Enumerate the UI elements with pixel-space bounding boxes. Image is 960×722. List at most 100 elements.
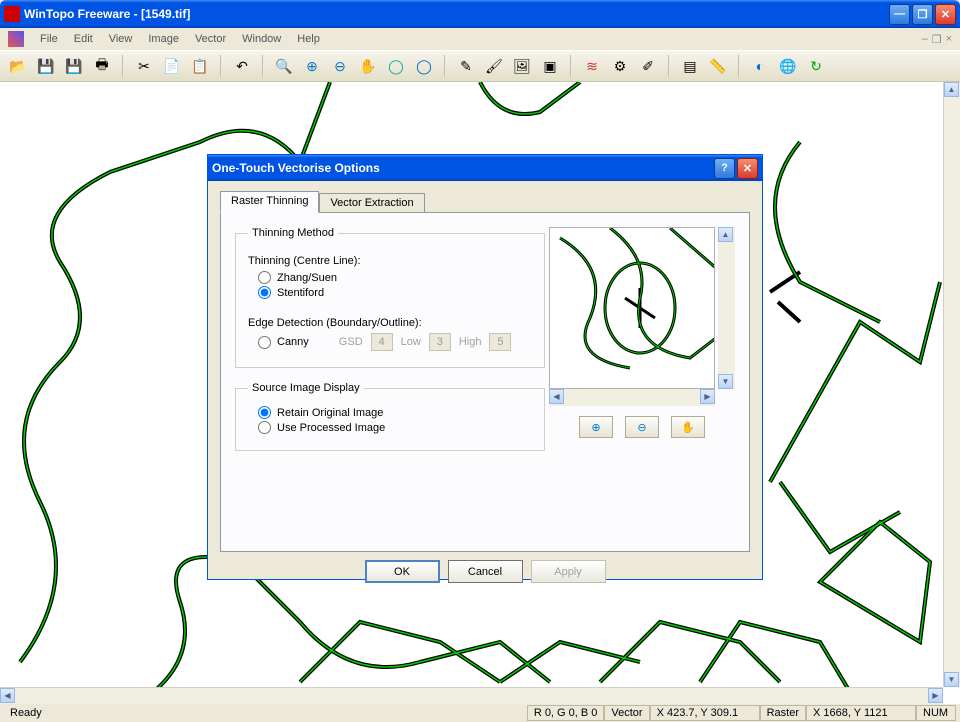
menu-view[interactable]: View (101, 31, 141, 47)
radio-stentiford[interactable] (258, 286, 271, 299)
doc-icon (8, 31, 24, 47)
status-rgb: R 0, G 0, B 0 (527, 705, 605, 721)
scroll-left-icon[interactable]: ◀ (0, 688, 15, 703)
high-input (489, 333, 511, 351)
pan-icon[interactable]: ✋ (356, 54, 380, 78)
scroll-up-icon[interactable]: ▲ (944, 82, 959, 97)
maximize-button[interactable]: ❐ (912, 4, 933, 25)
preview-zoom-in-button[interactable]: ⊕ (579, 416, 613, 438)
gsd-label: GSD (339, 336, 363, 348)
status-vec-label: Vector (604, 705, 649, 721)
zoom-out-icon[interactable]: ⊖ (328, 54, 352, 78)
separator (122, 55, 124, 77)
tab-raster-thinning[interactable]: Raster Thinning (220, 191, 319, 213)
source-legend: Source Image Display (248, 382, 364, 394)
edit-image-icon[interactable]: 🖼 (510, 54, 534, 78)
menu-window[interactable]: Window (234, 31, 289, 47)
menu-vector[interactable]: Vector (187, 31, 234, 47)
radio-stentiford-label: Stentiford (277, 287, 324, 299)
select-circle-a-icon[interactable]: ◯ (384, 54, 408, 78)
paste-icon[interactable]: 📋 (188, 54, 212, 78)
brush-icon[interactable]: 🖌 (482, 54, 506, 78)
dialog-title: One-Touch Vectorise Options (212, 161, 714, 175)
thinning-method-group: Thinning Method Thinning (Centre Line): … (235, 227, 545, 368)
preview-hscroll[interactable]: ◀ ▶ (549, 389, 715, 406)
scroll-down-icon[interactable]: ▼ (944, 672, 959, 687)
zoom-in-icon[interactable]: ⊕ (300, 54, 324, 78)
separator (262, 55, 264, 77)
preview-scroll-up-icon[interactable]: ▲ (718, 227, 733, 242)
mdi-minimize-icon[interactable]: – (922, 33, 928, 46)
menu-help[interactable]: Help (289, 31, 328, 47)
select-circle-b-icon[interactable]: ◯ (412, 54, 436, 78)
preview-scroll-left-icon[interactable]: ◀ (549, 389, 564, 404)
status-ras-val: X 1668, Y 1121 (806, 705, 916, 721)
main-titlebar: WinTopo Freeware - [1549.tif] — ❐ ✕ (0, 0, 960, 28)
gsd-input (371, 333, 393, 351)
tab-panel: Thinning Method Thinning (Centre Line): … (220, 212, 750, 552)
dialog-close-button[interactable]: ✕ (737, 158, 758, 179)
low-input (429, 333, 451, 351)
vectorise-options-dialog: One-Touch Vectorise Options ? ✕ Raster T… (207, 154, 763, 580)
minimize-button[interactable]: — (889, 4, 910, 25)
menu-edit[interactable]: Edit (66, 31, 101, 47)
cancel-button[interactable]: Cancel (448, 560, 523, 583)
dialog-titlebar: One-Touch Vectorise Options ? ✕ (208, 155, 762, 181)
separator (444, 55, 446, 77)
mdi-restore-icon[interactable]: ❐ (932, 33, 942, 46)
menu-file[interactable]: File (32, 31, 66, 47)
edge-detection-header: Edge Detection (Boundary/Outline): (248, 317, 532, 329)
dialog-tabs: Raster Thinning Vector Extraction (220, 191, 750, 212)
horizontal-scrollbar[interactable]: ◀ ▶ (0, 687, 943, 704)
preview-scroll-right-icon[interactable]: ▶ (700, 389, 715, 404)
reload-icon[interactable]: ↻ (804, 54, 828, 78)
copy-icon[interactable]: 📄 (160, 54, 184, 78)
radio-zhang-suen[interactable] (258, 271, 271, 284)
layer-icon[interactable]: ▤ (678, 54, 702, 78)
radio-canny[interactable] (258, 336, 271, 349)
vertical-scrollbar[interactable]: ▲ ▼ (943, 82, 960, 687)
select-box-icon[interactable]: ▣ (538, 54, 562, 78)
globe-icon[interactable]: 🌐 (776, 54, 800, 78)
pencil-icon[interactable]: ✎ (454, 54, 478, 78)
color-swap-icon[interactable]: ◐ (748, 54, 772, 78)
menubar: File Edit View Image Vector Window Help … (0, 28, 960, 50)
radio-retain-original[interactable] (258, 406, 271, 419)
close-button[interactable]: ✕ (935, 4, 956, 25)
toolbar: 📂 💾 💾 🖶 ✂ 📄 📋 ↶ 🔍 ⊕ ⊖ ✋ ◯ ◯ ✎ 🖌 🖼 ▣ ≋ ⚙ … (0, 50, 960, 82)
zoom-icon[interactable]: 🔍 (272, 54, 296, 78)
scroll-right-icon[interactable]: ▶ (928, 688, 943, 703)
apply-button[interactable]: Apply (531, 560, 606, 583)
app-icon (4, 6, 20, 22)
preview-scroll-down-icon[interactable]: ▼ (718, 374, 733, 389)
print-icon[interactable]: 🖶 (90, 54, 114, 78)
vectorize-icon[interactable]: ≋ (580, 54, 604, 78)
radio-zhang-label: Zhang/Suen (277, 272, 337, 284)
source-image-group: Source Image Display Retain Original Ima… (235, 382, 545, 451)
preview-image (549, 227, 715, 389)
menu-image[interactable]: Image (140, 31, 187, 47)
save-icon[interactable]: 💾 (34, 54, 58, 78)
thinning-legend: Thinning Method (248, 227, 338, 239)
help-button[interactable]: ? (714, 158, 735, 179)
radio-retain-label: Retain Original Image (277, 407, 383, 419)
preview-pan-button[interactable]: ✋ (671, 416, 705, 438)
preview-vscroll[interactable]: ▲ ▼ (718, 227, 735, 389)
radio-canny-label: Canny (277, 336, 309, 348)
tab-vector-extraction[interactable]: Vector Extraction (319, 193, 424, 212)
cut-icon[interactable]: ✂ (132, 54, 156, 78)
vector-edit-icon[interactable]: ✐ (636, 54, 660, 78)
low-label: Low (401, 336, 421, 348)
preview-zoom-out-button[interactable]: ⊖ (625, 416, 659, 438)
centre-line-header: Thinning (Centre Line): (248, 255, 532, 267)
vector-settings-icon[interactable]: ⚙ (608, 54, 632, 78)
undo-icon[interactable]: ↶ (230, 54, 254, 78)
radio-use-processed[interactable] (258, 421, 271, 434)
open-icon[interactable]: 📂 (6, 54, 30, 78)
ok-button[interactable]: OK (365, 560, 440, 583)
mdi-close-icon[interactable]: × (946, 33, 952, 46)
window-title: WinTopo Freeware - [1549.tif] (24, 7, 889, 21)
measure-icon[interactable]: 📏 (706, 54, 730, 78)
save-all-icon[interactable]: 💾 (62, 54, 86, 78)
high-label: High (459, 336, 482, 348)
